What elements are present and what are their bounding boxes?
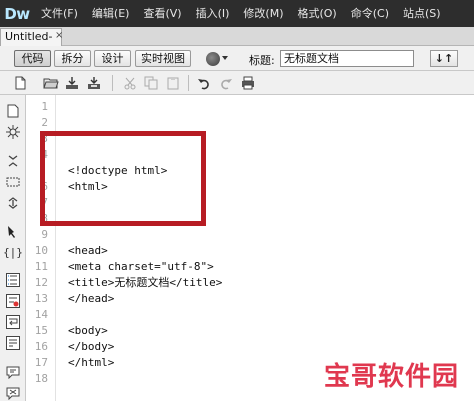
- save-icon[interactable]: [64, 75, 80, 91]
- code-line-meta[interactable]: <meta charset="utf-8">: [68, 260, 214, 274]
- browser-preview-icon[interactable]: [206, 52, 220, 66]
- print-icon[interactable]: [240, 75, 256, 91]
- annotation-highlight-box: [40, 131, 206, 226]
- line-number: 12: [34, 276, 48, 289]
- standard-toolbar: [0, 71, 474, 95]
- syntax-error-info-icon[interactable]: [4, 335, 22, 351]
- cut-icon[interactable]: [122, 75, 138, 91]
- save-all-icon[interactable]: [86, 75, 102, 91]
- file-management-icon[interactable]: ↓↑: [430, 50, 458, 67]
- line-numbers-icon[interactable]: [4, 272, 22, 288]
- code-line-body-close[interactable]: </body>: [68, 340, 114, 354]
- select-parent-tag-icon[interactable]: [4, 223, 22, 239]
- menu-commands[interactable]: 命令(C): [344, 0, 396, 27]
- line-number: 10: [34, 244, 48, 257]
- highlight-invalid-code-icon[interactable]: [4, 293, 22, 309]
- line-number: 16: [34, 340, 48, 353]
- menu-insert[interactable]: 插入(I): [189, 0, 237, 27]
- redo-icon[interactable]: [218, 75, 234, 91]
- line-number: 1: [41, 100, 48, 113]
- code-view-button[interactable]: 代码: [14, 50, 51, 67]
- line-number: 2: [41, 116, 48, 129]
- menu-view[interactable]: 查看(V): [136, 0, 188, 27]
- menu-format[interactable]: 格式(O): [290, 0, 343, 27]
- collapse-full-tag-icon[interactable]: [4, 153, 22, 169]
- coding-toolbar: {|}: [0, 95, 26, 401]
- collapse-selection-icon[interactable]: [4, 174, 22, 190]
- document-tab-bar: Untitled-1*: [0, 27, 474, 59]
- document-toolbar: 代码 拆分 设计 实时视图 标题: 无标题文档 ↓↑: [0, 46, 474, 71]
- code-line-body-open[interactable]: <body>: [68, 324, 108, 338]
- title-label: 标题:: [249, 54, 275, 67]
- toolbar-separator: [188, 75, 189, 91]
- toolbar-separator: [112, 75, 113, 91]
- line-number: 11: [34, 260, 48, 273]
- split-view-button[interactable]: 拆分: [54, 50, 91, 67]
- menu-file[interactable]: 文件(F): [34, 0, 85, 27]
- document-tab[interactable]: Untitled-1*: [0, 28, 62, 59]
- paste-icon[interactable]: [165, 75, 181, 91]
- apply-comment-icon[interactable]: [4, 364, 22, 380]
- dreamweaver-logo: Dw: [4, 4, 30, 23]
- code-line-html-close[interactable]: </html>: [68, 356, 114, 370]
- close-tab-icon[interactable]: ×: [55, 30, 63, 41]
- code-line-title[interactable]: <title>无标题文档</title>: [68, 276, 222, 290]
- design-view-button[interactable]: 设计: [94, 50, 131, 67]
- open-documents-icon[interactable]: [4, 103, 22, 119]
- line-number: 17: [34, 356, 48, 369]
- show-code-navigator-icon[interactable]: [4, 124, 22, 140]
- copy-icon[interactable]: [143, 75, 159, 91]
- live-view-button[interactable]: 实时视图: [135, 50, 191, 67]
- balance-braces-icon[interactable]: {|}: [3, 244, 23, 260]
- open-folder-icon[interactable]: [43, 75, 59, 91]
- new-document-icon[interactable]: [12, 75, 28, 91]
- line-number: 13: [34, 292, 48, 305]
- menu-edit[interactable]: 编辑(E): [85, 0, 137, 27]
- chevron-down-icon[interactable]: [222, 56, 228, 60]
- document-title-input[interactable]: 无标题文档: [280, 50, 414, 67]
- remove-comment-icon[interactable]: [4, 385, 22, 401]
- line-number: 15: [34, 324, 48, 337]
- menu-bar: Dw 文件(F) 编辑(E) 查看(V) 插入(I) 修改(M) 格式(O) 命…: [0, 0, 474, 27]
- menu-items: 文件(F) 编辑(E) 查看(V) 插入(I) 修改(M) 格式(O) 命令(C…: [34, 0, 474, 27]
- line-number: 9: [41, 228, 48, 241]
- code-line-head-open[interactable]: <head>: [68, 244, 108, 258]
- undo-icon[interactable]: [196, 75, 212, 91]
- menu-site[interactable]: 站点(S): [396, 0, 448, 27]
- menu-modify[interactable]: 修改(M): [236, 0, 290, 27]
- watermark-text: 宝哥软件园: [324, 362, 460, 392]
- expand-all-icon[interactable]: [4, 195, 22, 211]
- word-wrap-icon[interactable]: [4, 314, 22, 330]
- code-line-head-close[interactable]: </head>: [68, 292, 114, 306]
- line-number: 14: [34, 308, 48, 321]
- line-number: 18: [34, 372, 48, 385]
